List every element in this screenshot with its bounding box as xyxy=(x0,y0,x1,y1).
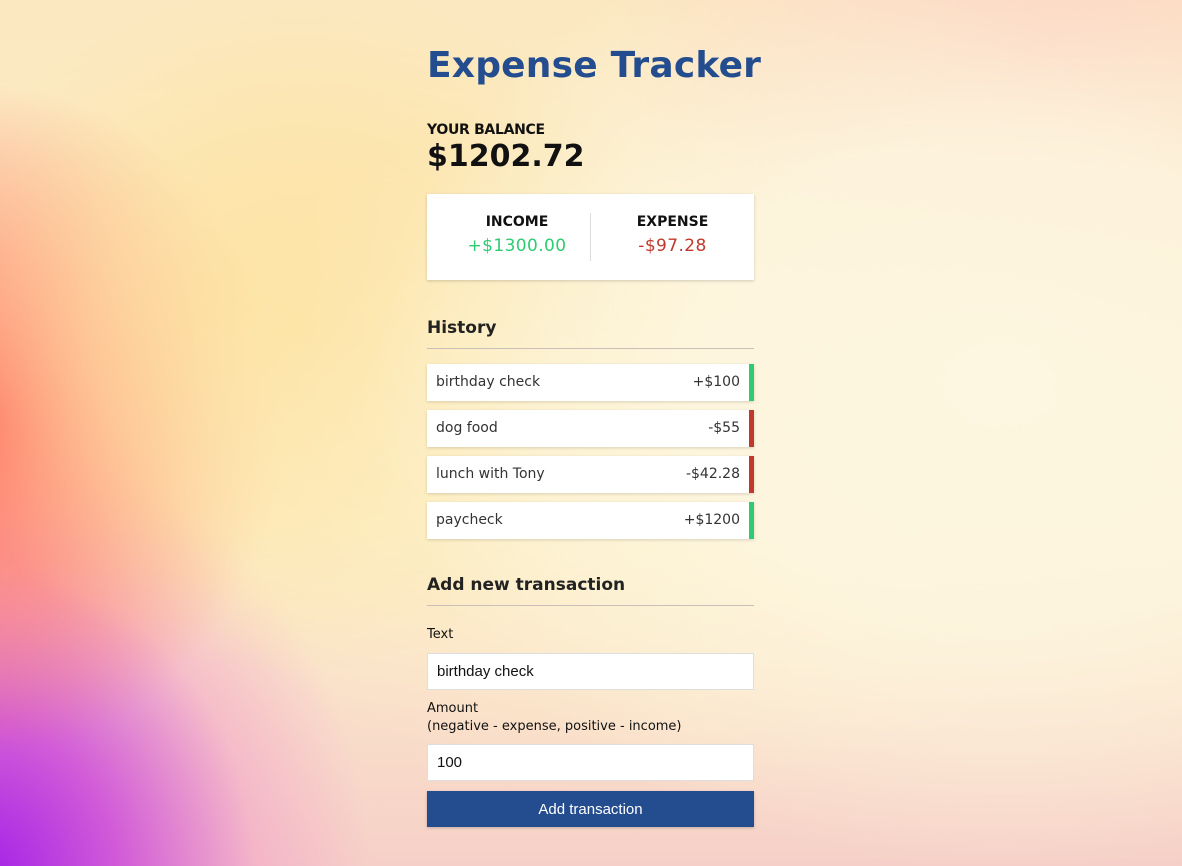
transaction-item[interactable]: birthday check +$100 xyxy=(427,364,754,401)
transaction-text: paycheck xyxy=(436,512,503,528)
amount-field-label: Amount (negative - expense, positive - i… xyxy=(427,700,754,736)
balance-value: $1202.72 xyxy=(427,139,585,174)
transaction-type-indicator xyxy=(749,502,754,539)
transaction-list: birthday check +$100 dog food -$55 lunch… xyxy=(427,364,754,548)
expense-section: EXPENSE -$97.28 xyxy=(591,214,754,256)
transaction-amount: -$55 xyxy=(708,420,740,436)
transaction-type-indicator xyxy=(749,456,754,493)
transaction-amount: -$42.28 xyxy=(685,466,740,482)
amount-input[interactable] xyxy=(427,744,754,781)
transaction-type-indicator xyxy=(749,364,754,401)
amount-label-title: Amount xyxy=(427,701,479,716)
income-expense-card: INCOME +$1300.00 EXPENSE -$97.28 xyxy=(427,194,754,280)
transaction-amount: +$100 xyxy=(692,374,740,390)
income-section: INCOME +$1300.00 xyxy=(435,214,599,256)
balance-label: YOUR BALANCE xyxy=(427,122,545,138)
expense-label: EXPENSE xyxy=(636,214,709,230)
expense-value: -$97.28 xyxy=(638,236,707,256)
transaction-text: dog food xyxy=(436,420,498,436)
history-heading: History xyxy=(427,318,754,349)
text-field-label: Text xyxy=(427,627,454,642)
transaction-item[interactable]: lunch with Tony -$42.28 xyxy=(427,456,754,493)
transaction-item[interactable]: dog food -$55 xyxy=(427,410,754,447)
amount-label-hint: (negative - expense, positive - income) xyxy=(427,719,682,734)
transaction-text: birthday check xyxy=(436,374,541,390)
add-transaction-button[interactable]: Add transaction xyxy=(427,791,754,827)
text-input[interactable] xyxy=(427,653,754,690)
transaction-type-indicator xyxy=(749,410,754,447)
income-value: +$1300.00 xyxy=(467,236,567,256)
add-transaction-heading: Add new transaction xyxy=(427,575,754,606)
income-label: INCOME xyxy=(485,214,549,230)
page-title: Expense Tracker xyxy=(427,45,762,86)
transaction-amount: +$1200 xyxy=(683,512,740,528)
transaction-text: lunch with Tony xyxy=(436,466,545,482)
transaction-item[interactable]: paycheck +$1200 xyxy=(427,502,754,539)
